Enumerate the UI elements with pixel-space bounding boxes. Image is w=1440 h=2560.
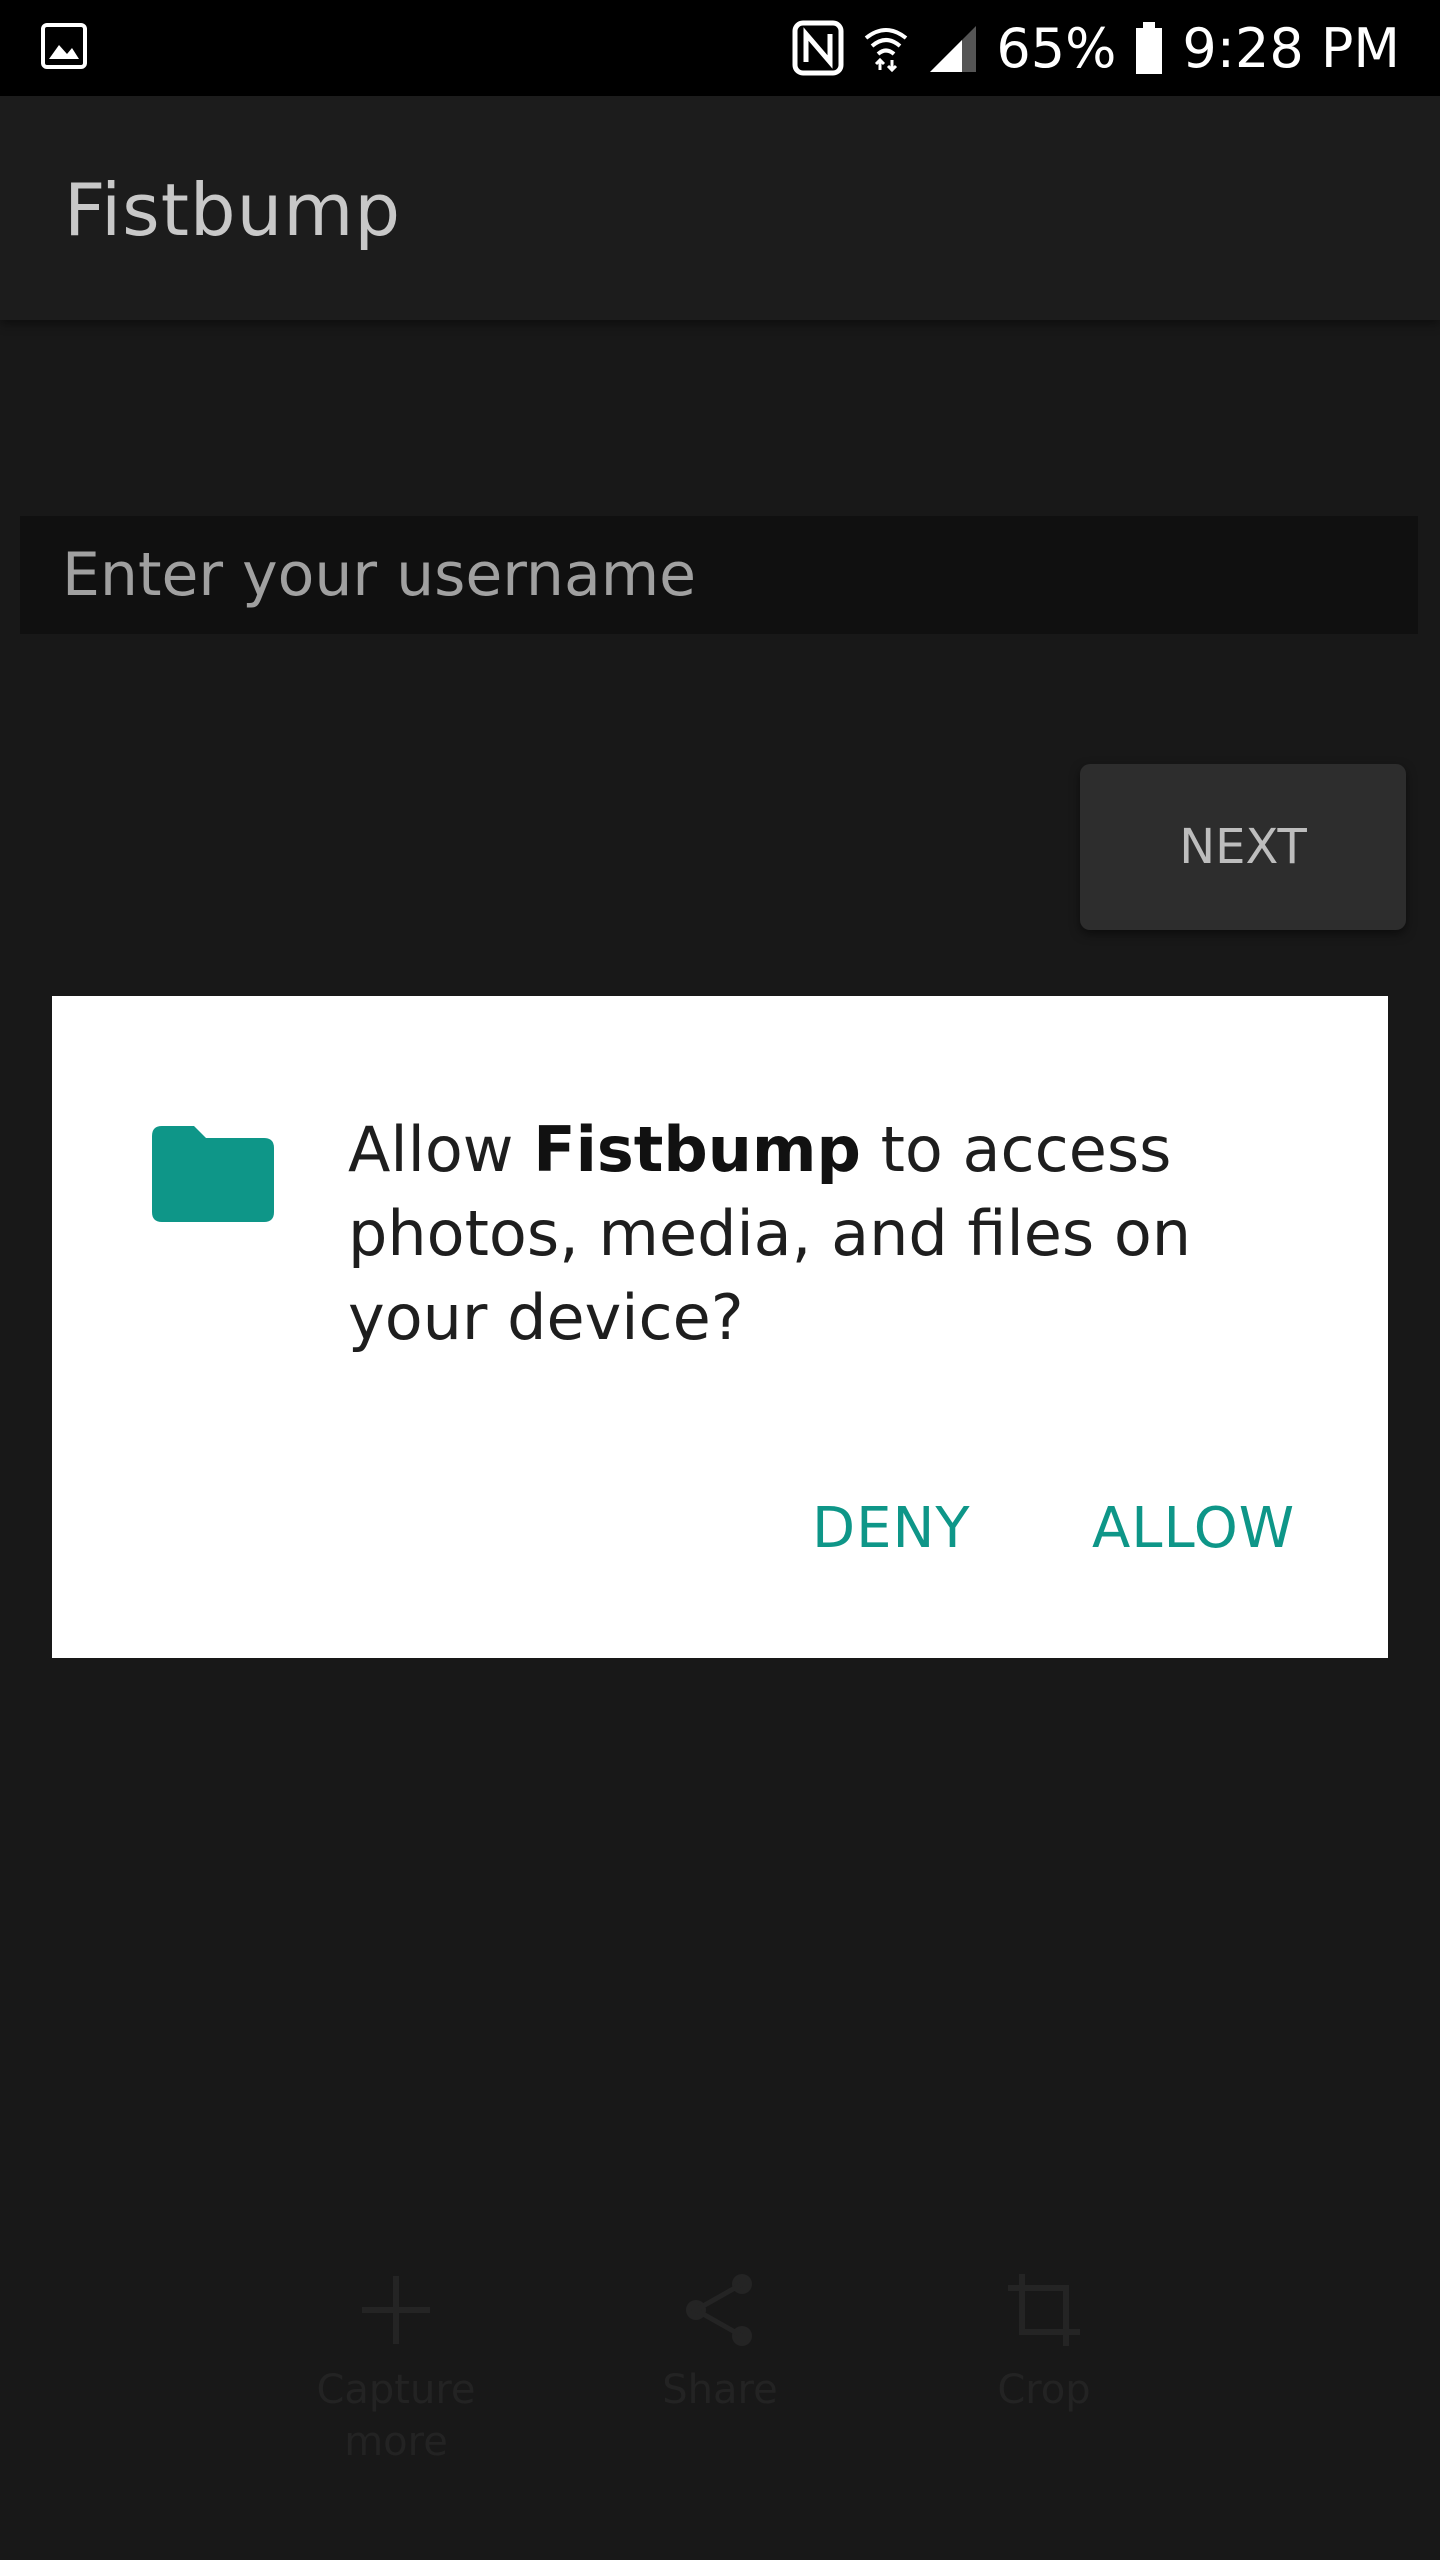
dialog-message-prefix: Allow [348,1113,534,1186]
crop-button[interactable]: Crop [924,2270,1164,2416]
plus-icon [362,2276,430,2344]
app-bar: Fistbump [0,96,1440,320]
share-icon [686,2274,752,2346]
crop-label: Crop [997,2367,1091,2413]
share-label: Share [662,2367,778,2413]
gallery-icon [40,22,88,70]
dialog-app-name: Fistbump [533,1113,861,1186]
wifi-icon [862,20,910,76]
crop-icon [1008,2274,1080,2346]
deny-button[interactable]: DENY [812,1496,971,1561]
capture-more-label: Capture more [316,2367,476,2465]
nfc-icon [792,20,844,76]
permission-dialog: Allow Fistbump to access photos, media, … [52,996,1388,1658]
dialog-message: Allow Fistbump to access photos, media, … [348,1108,1268,1360]
status-bar: 65% 9:28 PM [0,0,1440,96]
allow-button[interactable]: ALLOW [1092,1496,1295,1561]
clock: 9:28 PM [1182,16,1400,80]
bottom-toolbar: Capture more Share Crop [0,2270,1440,2530]
share-button[interactable]: Share [600,2270,840,2416]
battery-icon [1134,20,1164,76]
folder-icon [152,1126,274,1222]
username-input[interactable] [20,516,1418,634]
next-button[interactable]: NEXT [1080,764,1406,930]
capture-more-button[interactable]: Capture more [276,2270,516,2468]
battery-percent: 65% [996,16,1117,80]
app-title: Fistbump [64,168,402,252]
signal-icon [928,20,978,76]
